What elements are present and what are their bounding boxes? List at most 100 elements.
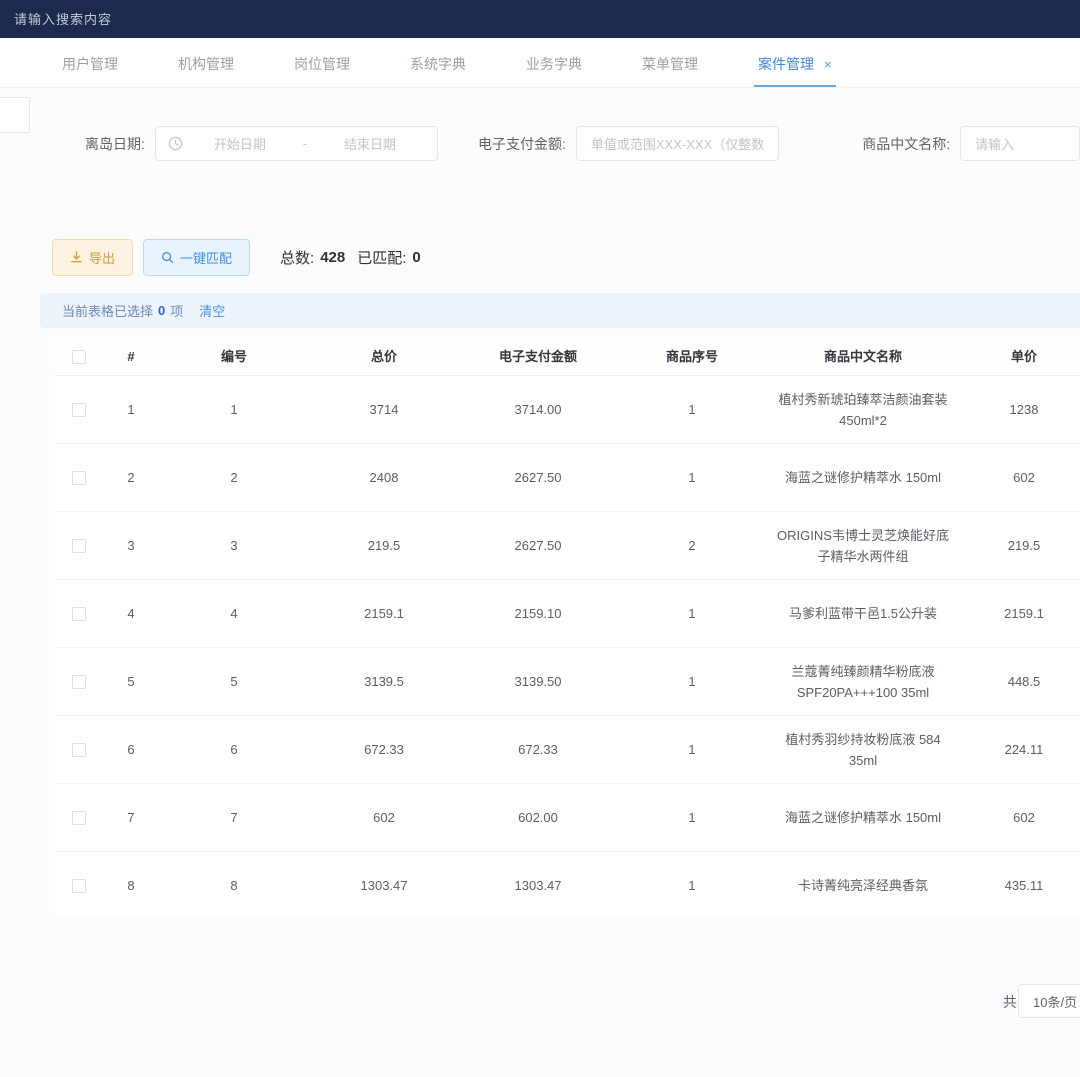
table-row: 1137143714.001植村秀新琥珀臻萃洁颜油套装 450ml*21238: [55, 376, 1080, 444]
tab-6[interactable]: 菜单管理: [638, 39, 702, 87]
cell-code: 3: [159, 525, 309, 566]
selection-suffix: 项: [170, 301, 183, 320]
tab-7[interactable]: 案件管理×: [754, 39, 836, 87]
selection-count: 0: [158, 303, 165, 318]
cell-name: 马爹利蓝带干邑1.5公升装: [767, 593, 959, 634]
top-navbar: 请输入搜索内容: [0, 0, 1080, 38]
cell-total: 602: [309, 797, 459, 838]
clear-selection-link[interactable]: 清空: [199, 301, 225, 320]
date-range-picker[interactable]: 开始日期 - 结束日期: [155, 126, 438, 161]
epay-amount-placeholder: 单值或范围XXX-XXX（仅整数: [591, 134, 764, 153]
table-row: 442159.12159.101马爹利蓝带干邑1.5公升装2159.1: [55, 580, 1080, 648]
page-size-select[interactable]: 10条/页: [1018, 984, 1080, 1018]
selection-info-bar: 当前表格已选择 0 项 清空: [40, 293, 1080, 328]
cell-name: 植村秀羽纱持妆粉底液 584 35ml: [767, 719, 959, 781]
column-header: 总价: [309, 342, 459, 371]
match-stats: 总数: 428 已匹配: 0: [280, 247, 421, 268]
product-name-input[interactable]: 请输入: [960, 126, 1080, 161]
epay-amount-label: 电子支付金额:: [478, 134, 566, 154]
total-count-value: 428: [320, 249, 345, 266]
table-header-row: #编号总价电子支付金额商品序号商品中文名称单价: [55, 338, 1080, 376]
cell-seq: 1: [617, 457, 767, 498]
cell-unit: 219.5: [959, 525, 1080, 566]
cell-code: 5: [159, 661, 309, 702]
cell-unit: 2159.1: [959, 593, 1080, 634]
cell-total: 3139.5: [309, 661, 459, 702]
row-checkbox[interactable]: [72, 675, 86, 689]
column-header: 商品序号: [617, 342, 767, 371]
row-checkbox[interactable]: [72, 471, 86, 485]
date-start-input[interactable]: 开始日期: [185, 134, 295, 153]
cell-total: 2159.1: [309, 593, 459, 634]
cell-index: 5: [103, 661, 159, 702]
epay-amount-input[interactable]: 单值或范围XXX-XXX（仅整数: [576, 126, 779, 161]
cell-index: 3: [103, 525, 159, 566]
table-row: 881303.471303.471卡诗菁纯亮泽经典香氛435.11: [55, 852, 1080, 914]
date-filter-label: 离岛日期:: [85, 134, 145, 154]
column-header: 单价: [959, 342, 1080, 371]
cell-name: 兰蔻菁纯臻颜精华粉底液SPF20PA+++100 35ml: [767, 651, 959, 713]
selection-prefix: 当前表格已选择: [62, 301, 153, 320]
cell-code: 8: [159, 865, 309, 906]
row-checkbox[interactable]: [72, 879, 86, 893]
global-search-input[interactable]: 请输入搜索内容: [14, 9, 112, 28]
date-end-input[interactable]: 结束日期: [315, 134, 425, 153]
table-row: 66672.33672.331植村秀羽纱持妆粉底液 584 35ml224.11: [55, 716, 1080, 784]
product-name-placeholder: 请输入: [975, 134, 1014, 153]
cell-seq: 1: [617, 389, 767, 430]
tab-5[interactable]: 业务字典: [522, 39, 586, 87]
export-button-label: 导出: [89, 248, 115, 267]
cell-index: 1: [103, 389, 159, 430]
column-header: 电子支付金额: [459, 342, 617, 371]
close-tab-icon[interactable]: ×: [824, 57, 832, 72]
cell-total: 219.5: [309, 525, 459, 566]
row-checkbox[interactable]: [72, 403, 86, 417]
row-checkbox[interactable]: [72, 539, 86, 553]
main-content: 离岛日期: 开始日期 - 结束日期 电子支付金额: 单值或范围XXX-XXX（仅…: [0, 88, 1080, 1020]
date-range-separator: -: [295, 136, 315, 151]
cell-epay: 672.33: [459, 729, 617, 770]
row-checkbox[interactable]: [72, 743, 86, 757]
select-all-checkbox[interactable]: [72, 350, 86, 364]
cell-seq: 1: [617, 797, 767, 838]
cell-seq: 1: [617, 661, 767, 702]
cell-name: 海蓝之谜修护精萃水 150ml: [767, 457, 959, 498]
cell-seq: 1: [617, 729, 767, 770]
cell-seq: 1: [617, 593, 767, 634]
cell-unit: 448.5: [959, 661, 1080, 702]
tab-1[interactable]: 用户管理: [58, 39, 122, 87]
one-click-match-button[interactable]: 一键匹配: [143, 239, 250, 276]
page-size-value: 10条/页: [1033, 992, 1077, 1011]
tab-3[interactable]: 岗位管理: [290, 39, 354, 87]
toolbar: 导出 一键匹配 总数: 428 已匹配: 0: [0, 161, 1080, 276]
cell-seq: 1: [617, 865, 767, 906]
clock-icon: [168, 136, 183, 151]
cell-total: 2408: [309, 457, 459, 498]
cell-code: 1: [159, 389, 309, 430]
table-row: 553139.53139.501兰蔻菁纯臻颜精华粉底液SPF20PA+++100…: [55, 648, 1080, 716]
cell-unit: 435.11: [959, 865, 1080, 906]
cell-code: 7: [159, 797, 309, 838]
cell-name: 植村秀新琥珀臻萃洁颜油套装 450ml*2: [767, 379, 959, 441]
column-header: 编号: [159, 342, 309, 371]
matched-count-value: 0: [412, 249, 420, 266]
cell-name: 海蓝之谜修护精萃水 150ml: [767, 797, 959, 838]
cell-index: 7: [103, 797, 159, 838]
cell-code: 2: [159, 457, 309, 498]
cell-epay: 602.00: [459, 797, 617, 838]
cell-index: 4: [103, 593, 159, 634]
cell-unit: 224.11: [959, 729, 1080, 770]
data-table: #编号总价电子支付金额商品序号商品中文名称单价1137143714.001植村秀…: [55, 338, 1080, 914]
column-header: #: [103, 342, 159, 371]
export-button[interactable]: 导出: [52, 239, 133, 276]
tab-2[interactable]: 机构管理: [174, 39, 238, 87]
row-checkbox[interactable]: [72, 607, 86, 621]
cell-seq: 2: [617, 525, 767, 566]
tab-4[interactable]: 系统字典: [406, 39, 470, 87]
tab-bar: 用户管理 机构管理 岗位管理 系统字典 业务字典 菜单管理 案件管理×: [0, 38, 1080, 88]
table-row: 2224082627.501海蓝之谜修护精萃水 150ml602: [55, 444, 1080, 512]
cell-unit: 1238: [959, 389, 1080, 430]
row-checkbox[interactable]: [72, 811, 86, 825]
cell-epay: 2159.10: [459, 593, 617, 634]
cell-index: 8: [103, 865, 159, 906]
